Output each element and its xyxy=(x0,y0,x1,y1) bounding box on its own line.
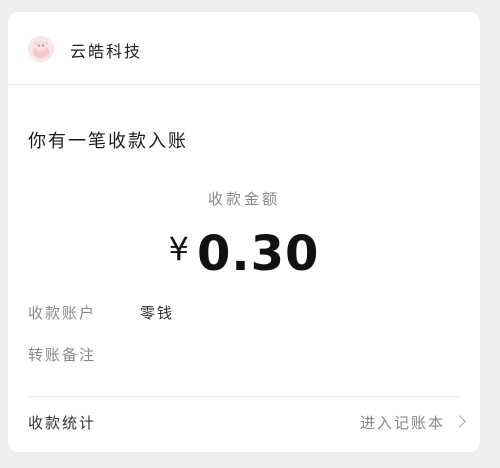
divider xyxy=(28,396,460,397)
chevron-right-icon xyxy=(453,415,466,428)
amount-display: ¥0.30 xyxy=(8,226,480,282)
currency-symbol: ¥ xyxy=(168,230,189,268)
ledger-link-label: 进入记账本 xyxy=(359,414,445,432)
notice-title: 你有一笔收款入账 xyxy=(28,131,188,152)
amount-label: 收款金额 xyxy=(207,190,280,208)
ledger-link[interactable]: 进入记账本 xyxy=(359,412,466,433)
account-value: 零钱 xyxy=(140,304,175,322)
merchant-avatar xyxy=(28,36,54,62)
payment-notification-card: 云皓科技 你有一笔收款入账 收款金额 ¥0.30 收款账户 零钱 转账备注 收款… xyxy=(8,12,480,452)
remark-label: 转账备注 xyxy=(28,346,97,364)
pink-cartoon-avatar-icon xyxy=(28,36,54,62)
merchant-name: 云皓科技 xyxy=(70,42,143,61)
payment-stats-button[interactable]: 收款统计 xyxy=(28,412,96,433)
account-label: 收款账户 xyxy=(28,304,97,322)
merchant-header[interactable]: 云皓科技 xyxy=(8,12,480,85)
amount-value: 0.30 xyxy=(196,226,320,282)
